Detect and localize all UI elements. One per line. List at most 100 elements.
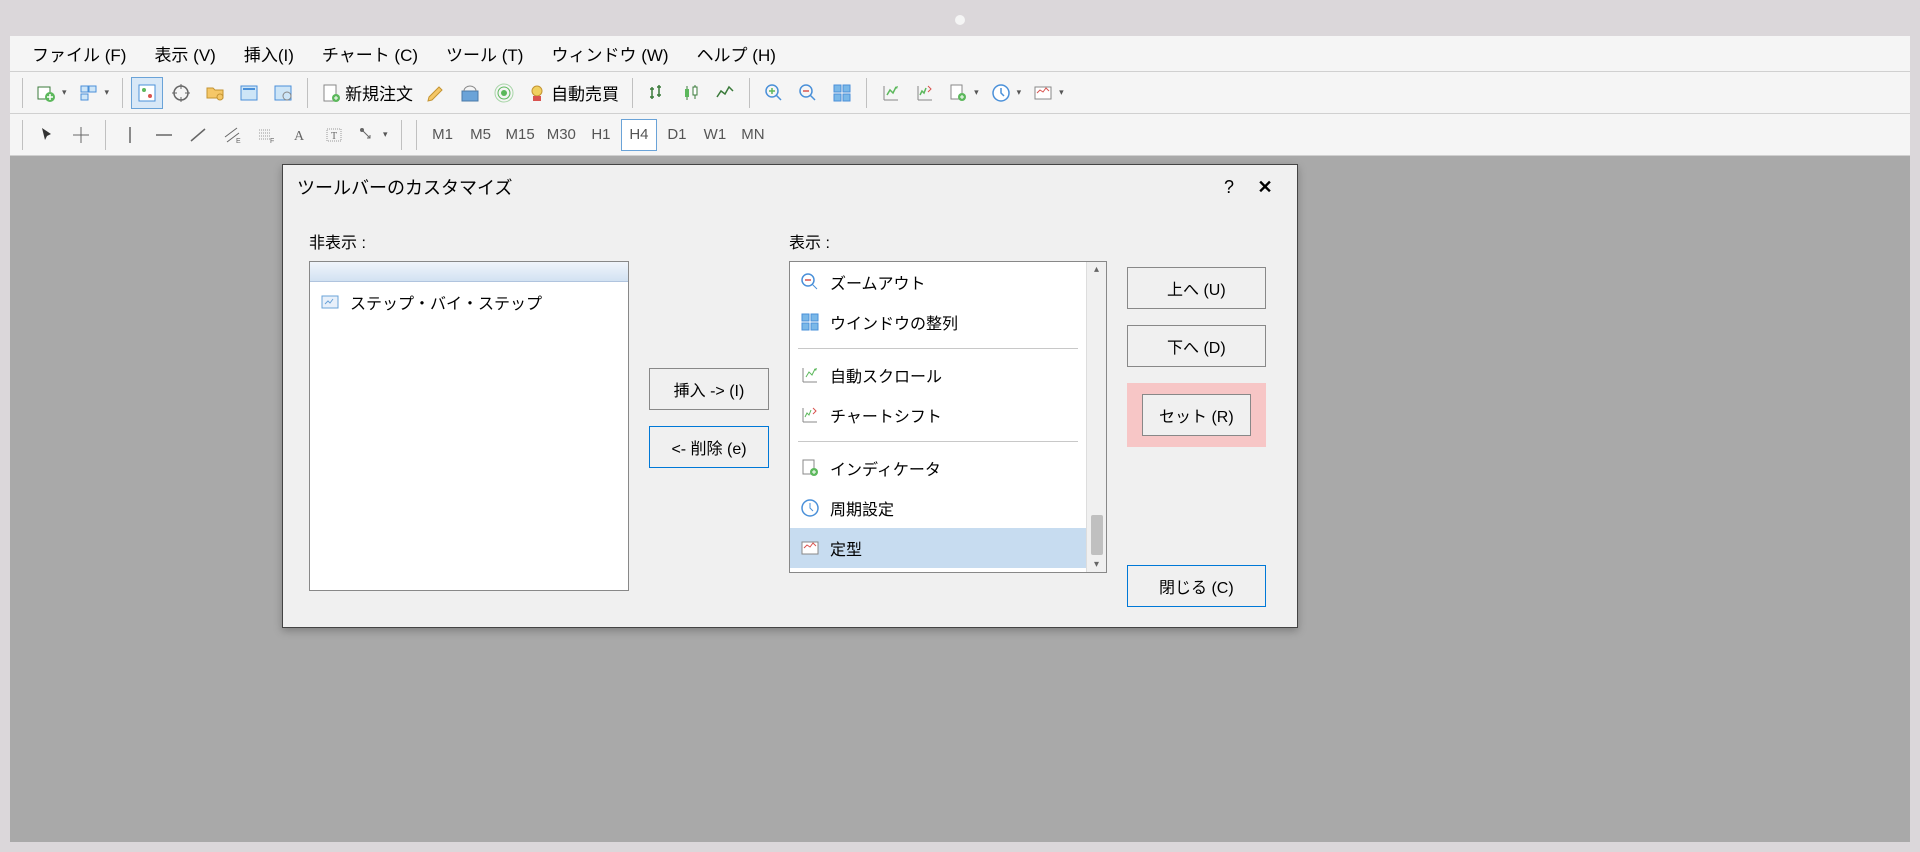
- arrows-button[interactable]: ▾: [352, 119, 393, 151]
- new-chart-button[interactable]: ▾: [31, 77, 72, 109]
- bar-chart-button[interactable]: [641, 77, 673, 109]
- options-button[interactable]: [454, 77, 486, 109]
- template-button[interactable]: ▾: [1028, 77, 1069, 109]
- timeframe-w1[interactable]: W1: [697, 119, 733, 151]
- menu-insert[interactable]: 挿入(I): [230, 35, 308, 72]
- strategy-tester-button[interactable]: [267, 77, 299, 109]
- auto-trade-label: 自動売買: [551, 80, 619, 105]
- chevron-down-icon: ▾: [1017, 87, 1022, 98]
- text-button[interactable]: A: [284, 119, 316, 151]
- chevron-down-icon: ▾: [383, 129, 388, 140]
- hidden-item-step[interactable]: ステップ・バイ・ステップ: [310, 282, 628, 322]
- reset-button-highlight: セット (R): [1127, 383, 1266, 447]
- cursor-icon: [37, 125, 57, 145]
- menu-window[interactable]: ウィンドウ (W): [537, 35, 682, 72]
- visible-label: 表示 :: [789, 229, 1107, 253]
- timeframe-h1[interactable]: H1: [583, 119, 619, 151]
- crosshair-icon: [171, 83, 191, 103]
- zoom-out-button[interactable]: [792, 77, 824, 109]
- dialog-close-button[interactable]: ✕: [1247, 177, 1283, 198]
- trendline-button[interactable]: [182, 119, 214, 151]
- cursor-button[interactable]: [31, 119, 63, 151]
- dialog-titlebar[interactable]: ツールバーのカスタマイズ ? ✕: [283, 165, 1297, 209]
- fibonacci-button[interactable]: F: [250, 119, 282, 151]
- full-screen-button[interactable]: [488, 77, 520, 109]
- text-icon: A: [290, 125, 310, 145]
- profiles-icon: [79, 83, 99, 103]
- chart-shift-button[interactable]: [909, 77, 941, 109]
- visible-item-arrange[interactable]: ウインドウの整列: [790, 302, 1086, 342]
- separator: [105, 120, 106, 150]
- data-window-button[interactable]: [165, 77, 197, 109]
- text-label-button[interactable]: T: [318, 119, 350, 151]
- menu-chart[interactable]: チャート (C): [308, 35, 432, 72]
- move-up-button[interactable]: 上へ (U): [1127, 267, 1266, 309]
- auto-trade-button[interactable]: 自動売買: [522, 77, 624, 109]
- svg-text:F: F: [270, 138, 274, 145]
- timeframe-m15[interactable]: M15: [501, 119, 540, 151]
- close-dialog-button[interactable]: 閉じる (C): [1127, 565, 1266, 607]
- vertical-line-button[interactable]: [114, 119, 146, 151]
- hidden-column: 非表示 : ステップ・バイ・ステップ: [309, 229, 629, 607]
- terminal-button[interactable]: [233, 77, 265, 109]
- crosshair-button[interactable]: [65, 119, 97, 151]
- hidden-listbox[interactable]: ステップ・バイ・ステップ: [309, 261, 629, 591]
- visible-item-indicator[interactable]: インディケータ: [790, 448, 1086, 488]
- horizontal-line-button[interactable]: [148, 119, 180, 151]
- timeframe-m30[interactable]: M30: [542, 119, 581, 151]
- menu-file[interactable]: ファイル (F): [18, 35, 140, 72]
- terminal-icon: [239, 83, 259, 103]
- equidistant-channel-button[interactable]: E: [216, 119, 248, 151]
- new-chart-icon: [36, 83, 56, 103]
- zoom-in-button[interactable]: [758, 77, 790, 109]
- menu-help[interactable]: ヘルプ (H): [683, 35, 790, 72]
- scroll-up-icon[interactable]: ▴: [1094, 264, 1099, 275]
- chevron-down-icon: ▾: [1059, 87, 1064, 98]
- visible-item-template[interactable]: 定型: [790, 528, 1086, 568]
- move-down-button[interactable]: 下へ (D): [1127, 325, 1266, 367]
- visible-item-zoom-out[interactable]: ズームアウト: [790, 262, 1086, 302]
- market-watch-button[interactable]: [131, 77, 163, 109]
- toolbar-grip: [416, 120, 417, 150]
- dialog-help-button[interactable]: ?: [1211, 177, 1247, 198]
- meta-editor-button[interactable]: [420, 77, 452, 109]
- scroll-down-icon[interactable]: ▾: [1094, 559, 1099, 570]
- indicators-button[interactable]: ▾: [943, 77, 984, 109]
- scrollbar[interactable]: ▴ ▾: [1086, 262, 1106, 572]
- visible-listbox[interactable]: ズームアウト ウインドウの整列 自動スクロール: [789, 261, 1107, 573]
- indicator-icon: [800, 458, 820, 478]
- new-order-button[interactable]: 新規注文: [316, 77, 418, 109]
- list-item-label: 周期設定: [830, 496, 894, 520]
- reset-button[interactable]: セット (R): [1142, 394, 1251, 436]
- hline-icon: [154, 125, 174, 145]
- profiles-button[interactable]: ▾: [74, 77, 115, 109]
- list-item-label: 定型: [830, 536, 862, 560]
- line-chart-button[interactable]: [709, 77, 741, 109]
- visible-item-chartshift[interactable]: チャートシフト: [790, 395, 1086, 435]
- separator: [401, 120, 402, 150]
- remove-button[interactable]: <- 削除 (e): [649, 426, 769, 468]
- scroll-thumb[interactable]: [1091, 515, 1103, 555]
- separator: [307, 78, 308, 108]
- dialog-title: ツールバーのカスタマイズ: [297, 174, 1211, 200]
- menu-tool[interactable]: ツール (T): [432, 35, 537, 72]
- template-icon: [1033, 83, 1053, 103]
- visible-item-period[interactable]: 周期設定: [790, 488, 1086, 528]
- timeframe-m5[interactable]: M5: [463, 119, 499, 151]
- timeframe-d1[interactable]: D1: [659, 119, 695, 151]
- navigator-button[interactable]: [199, 77, 231, 109]
- menu-view[interactable]: 表示 (V): [140, 35, 229, 72]
- arrange-windows-button[interactable]: [826, 77, 858, 109]
- insert-button[interactable]: 挿入 -> (I): [649, 368, 769, 410]
- visible-item-autoscroll[interactable]: 自動スクロール: [790, 355, 1086, 395]
- line-chart-icon: [715, 83, 735, 103]
- period-button[interactable]: ▾: [986, 77, 1027, 109]
- candlestick-button[interactable]: [675, 77, 707, 109]
- separator: [122, 78, 123, 108]
- auto-scroll-button[interactable]: [875, 77, 907, 109]
- tester-icon: [273, 83, 293, 103]
- timeframe-mn[interactable]: MN: [735, 119, 771, 151]
- timeframe-m1[interactable]: M1: [425, 119, 461, 151]
- timeframe-h4[interactable]: H4: [621, 119, 657, 151]
- toolbar-grip: [22, 120, 23, 150]
